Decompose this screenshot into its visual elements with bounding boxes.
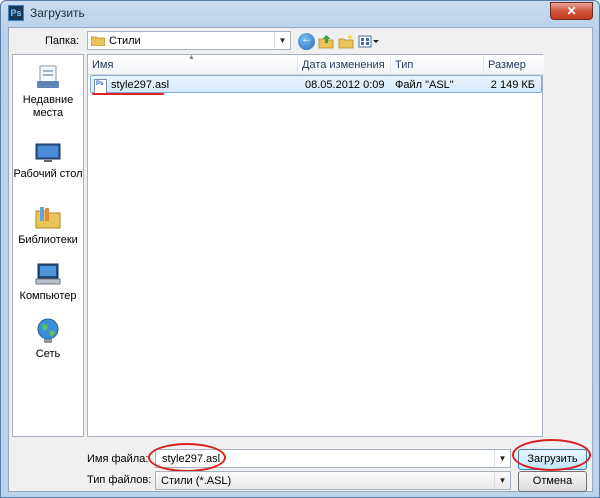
computer-icon	[35, 263, 61, 285]
file-list[interactable]: ▲ Имя Дата изменения Тип Размер style297…	[87, 54, 544, 437]
back-icon[interactable]	[298, 32, 315, 50]
column-header-size[interactable]: Размер	[484, 55, 544, 75]
new-folder-icon[interactable]	[338, 33, 355, 50]
place-label: Недавние места	[22, 94, 74, 119]
dialog-body: Папка: Стили ▼ ← Недавние места Рабочий …	[8, 27, 593, 492]
column-header-date[interactable]: Дата изменения	[298, 55, 391, 75]
place-label: Компьютер	[19, 290, 77, 302]
filetype-value: Стили (*.ASL)	[161, 475, 232, 487]
place-label: Библиотеки	[18, 234, 78, 246]
place-label: Сеть	[35, 348, 61, 360]
filename-input[interactable]: style297.asl ▼	[155, 449, 511, 468]
filetype-dropdown[interactable]: Стили (*.ASL) ▼	[155, 471, 511, 490]
asl-file-icon	[94, 79, 107, 94]
chevron-down-icon[interactable]: ▼	[494, 472, 510, 489]
filename-value: style297.asl	[162, 453, 221, 465]
sort-ascending-icon: ▲	[188, 54, 195, 61]
up-folder-icon[interactable]	[318, 33, 335, 50]
network-icon	[37, 318, 59, 343]
filename-label: Имя файла:	[87, 453, 149, 465]
folder-dropdown[interactable]: Стили ▼	[87, 31, 291, 50]
file-size: 2 149 КБ	[490, 79, 535, 91]
place-label: Рабочий стол	[13, 168, 83, 180]
recent-places-icon	[37, 65, 59, 88]
photoshop-icon: Ps	[8, 5, 24, 21]
chevron-down-icon[interactable]: ▼	[274, 32, 290, 49]
open-button[interactable]: Загрузить	[518, 449, 587, 470]
navigation-toolbar	[298, 31, 380, 51]
file-date: 08.05.2012 0:09	[305, 79, 385, 91]
title-bar[interactable]: Ps Загрузить ✕	[1, 1, 599, 27]
chevron-down-icon[interactable]: ▼	[494, 450, 510, 467]
folder-icon	[91, 36, 105, 46]
view-menu-icon[interactable]	[358, 33, 380, 50]
highlight-underline	[92, 93, 164, 95]
file-type: Файл "ASL"	[395, 79, 454, 91]
window-title: Загрузить	[30, 6, 85, 20]
current-folder-name: Стили	[109, 35, 141, 47]
place-recent[interactable]: Недавние места	[13, 63, 83, 120]
place-libraries[interactable]: Библиотеки	[13, 203, 83, 247]
place-network[interactable]: Сеть	[13, 317, 83, 361]
places-bar: Недавние места Рабочий стол Библиотеки К…	[12, 54, 84, 437]
folder-label: Папка:	[45, 35, 80, 47]
libraries-icon	[35, 207, 61, 229]
close-button[interactable]: ✕	[550, 2, 593, 20]
desktop-icon	[35, 143, 61, 162]
column-header-type[interactable]: Тип	[391, 55, 484, 75]
column-header-name[interactable]: ▲ Имя	[88, 54, 298, 75]
cancel-button[interactable]: Отмена	[518, 471, 587, 492]
dialog-window: Ps Загрузить ✕ Папка: Стили ▼ ← Недавние…	[0, 0, 600, 498]
place-computer[interactable]: Компьютер	[13, 261, 83, 303]
filetype-label: Тип файлов:	[87, 474, 152, 486]
file-row-selected[interactable]: style297.asl 08.05.2012 0:09 Файл "ASL" …	[90, 75, 542, 94]
place-desktop[interactable]: Рабочий стол	[13, 141, 83, 181]
file-name: style297.asl	[111, 79, 170, 91]
